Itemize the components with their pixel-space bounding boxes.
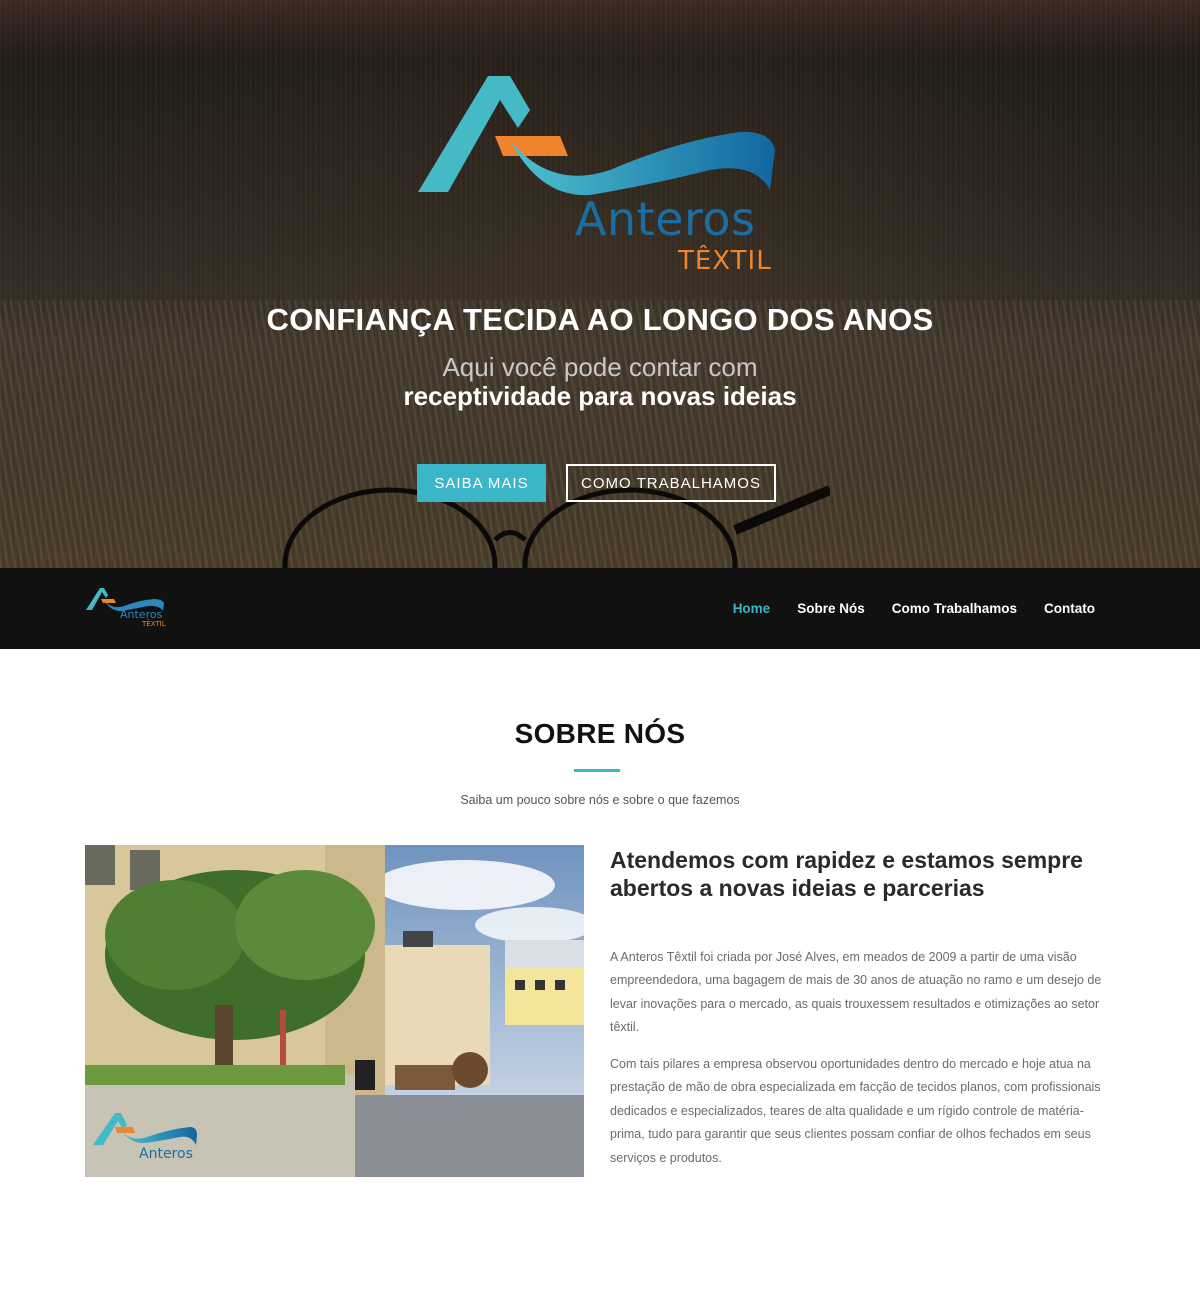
main-navbar: Anteros TÊXTIL Home Sobre Nós Como Traba…: [0, 568, 1200, 649]
nav-logo-sub: TÊXTIL: [142, 620, 166, 628]
hero-section: Anteros TÊXTIL CONFIANÇA TECIDA AO LONGO…: [0, 0, 1200, 568]
hero-logo-sub: TÊXTIL: [678, 246, 772, 276]
hero-title: CONFIANÇA TECIDA AO LONGO DOS ANOS: [266, 302, 934, 337]
nav-item-sobre-nos[interactable]: Sobre Nós: [797, 601, 865, 616]
section-title: SOBRE NÓS: [514, 718, 686, 749]
nav-item-home[interactable]: Home: [733, 601, 771, 616]
nav-menu: Home Sobre Nós Como Trabalhamos Contato: [733, 568, 1095, 649]
saiba-mais-button[interactable]: SAIBA MAIS: [417, 464, 546, 502]
hero-subtitle-line2: receptividade para novas ideias: [403, 381, 797, 411]
about-paragraph-1: A Anteros Têxtil foi criada por José Alv…: [610, 950, 1102, 1035]
section-lead: Saiba um pouco sobre nós e sobre o que f…: [460, 793, 740, 807]
about-paragraph-2: Com tais pilares a empresa observou opor…: [610, 1057, 1101, 1165]
hero-logo: Anteros TÊXTIL: [410, 70, 790, 285]
photo-watermark: Anteros: [139, 1146, 193, 1162]
nav-logo[interactable]: Anteros TÊXTIL: [84, 586, 174, 632]
hero-subtitle-line1: Aqui você pode contar com: [442, 352, 758, 382]
nav-item-contato[interactable]: Contato: [1044, 601, 1095, 616]
section-divider: [574, 769, 620, 772]
building-scene-image: [85, 845, 584, 1177]
como-trabalhamos-button[interactable]: COMO TRABALHAMOS: [566, 464, 776, 502]
hero-logo-brand: Anteros: [575, 192, 756, 246]
company-building-photo: Anteros: [85, 845, 584, 1177]
about-heading: Atendemos com rapidez e estamos sempre a…: [610, 847, 1083, 901]
nav-item-como-trabalhamos[interactable]: Como Trabalhamos: [892, 601, 1017, 616]
